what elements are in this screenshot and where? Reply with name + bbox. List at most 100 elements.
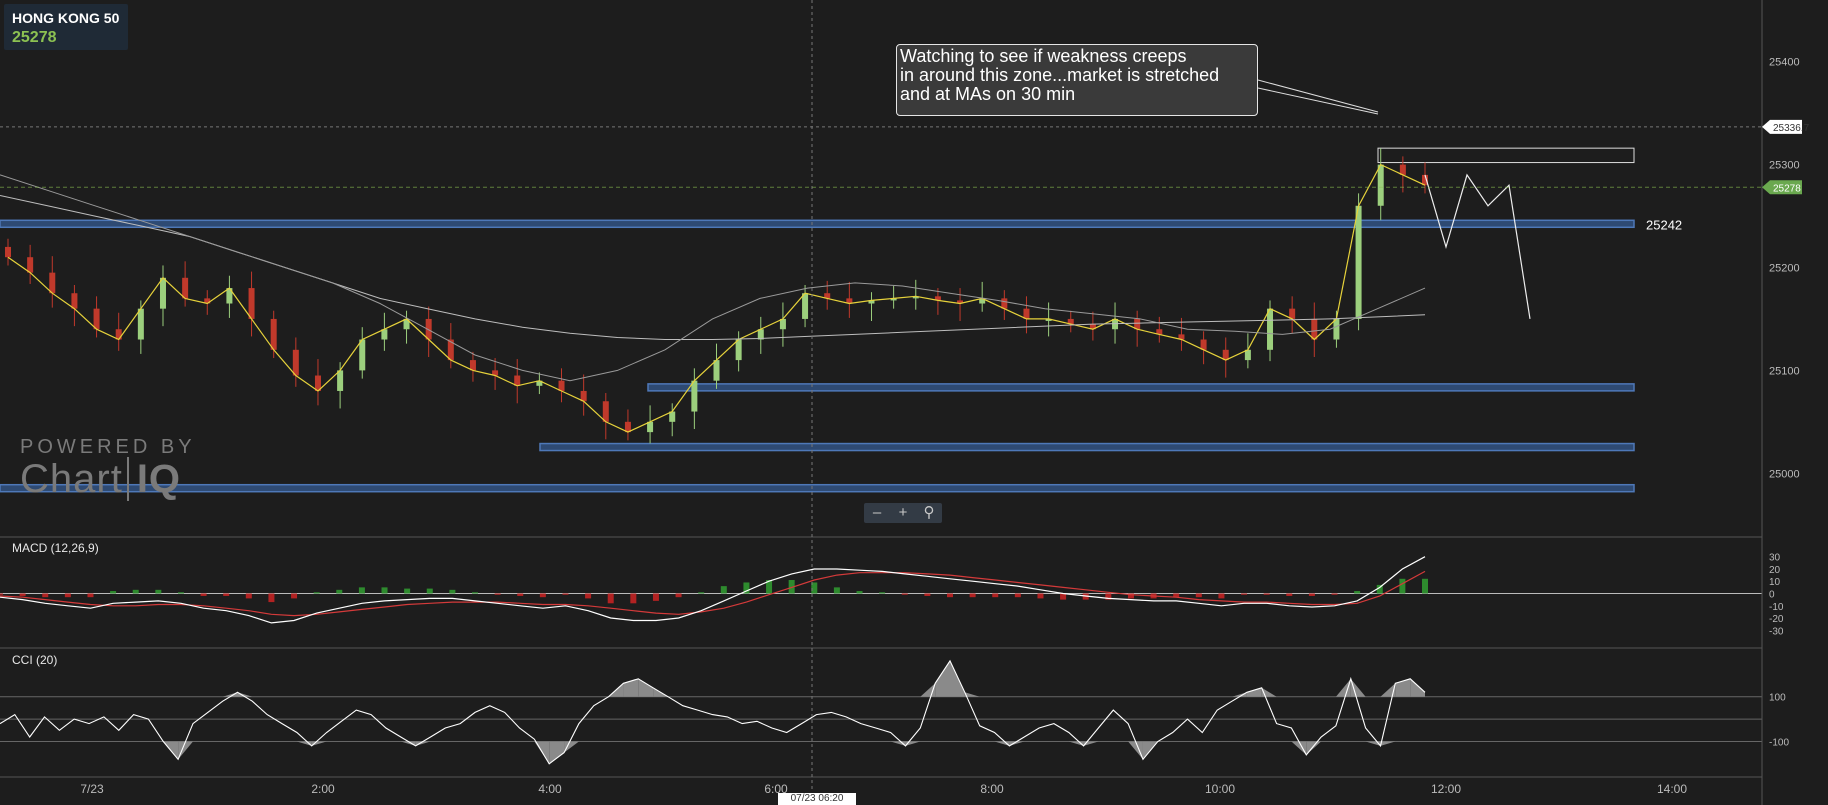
support-level[interactable] (539, 442, 1635, 452)
macd-histogram-bar (110, 591, 117, 594)
ticker-price: 25278 (12, 29, 57, 46)
y-tick-label: 25300 (1769, 160, 1800, 172)
candle-body[interactable] (292, 349, 299, 376)
macd-histogram-bar (494, 593, 501, 595)
candle-body[interactable] (1267, 308, 1274, 350)
macd-histogram-bar (268, 593, 275, 603)
candle-body[interactable] (182, 277, 189, 299)
macd-histogram-bar (856, 591, 863, 594)
candle-body[interactable] (159, 277, 166, 309)
x-tick-label: 2:00 (311, 782, 335, 796)
macd-histogram-bar (1037, 593, 1044, 599)
macd-histogram-bar (675, 593, 682, 598)
macd-histogram-bar (630, 593, 637, 604)
macd-histogram-bar (539, 593, 546, 598)
candle-body[interactable] (602, 401, 609, 422)
candle-body[interactable] (71, 293, 78, 309)
support-level[interactable] (0, 483, 1635, 493)
cci-tick-label: -100 (1769, 737, 1789, 748)
candle-body[interactable] (1355, 205, 1362, 319)
watermark-brand: Chart IQ (20, 457, 196, 502)
annotation-line: and at MAs on 30 min (900, 84, 1076, 104)
macd-histogram-bar (0, 593, 3, 595)
candle-body[interactable] (713, 360, 720, 381)
crosshair-price-tag: 25336.7 (1773, 123, 1810, 134)
candle-body[interactable] (27, 257, 34, 273)
candle-body[interactable] (359, 339, 366, 371)
y-tick-label: 25100 (1769, 365, 1800, 377)
candle-body[interactable] (5, 246, 11, 258)
chart-annotation[interactable]: Watching to see if weakness creeps in ar… (896, 44, 1258, 116)
macd-histogram-bar (1399, 578, 1406, 594)
macd-tick-label: -30 (1769, 626, 1784, 637)
candle-body[interactable] (1311, 318, 1318, 340)
candle-body[interactable] (248, 288, 255, 319)
zoom-reset-icon[interactable]: ⚲ (918, 503, 940, 523)
zoom-out-button[interactable]: – (866, 503, 888, 523)
x-tick-label: 14:00 (1657, 782, 1687, 796)
macd-histogram-bar (607, 593, 614, 604)
candle-body[interactable] (270, 318, 277, 350)
x-tick-label: 7/23 (80, 782, 104, 796)
macd-histogram-bar (1308, 593, 1315, 596)
watermark-brand-a: Chart (20, 457, 123, 501)
support-level[interactable] (647, 383, 1635, 392)
macd-histogram-bar (404, 588, 411, 594)
zoom-in-button[interactable]: + (892, 503, 914, 523)
cci-title: CCI (20) (12, 653, 58, 667)
candle-body[interactable] (49, 272, 56, 294)
chart-stage[interactable]: 25242 25000 25100 25200 25300 25400 7/23 2:00 4… (0, 0, 1828, 805)
zoom-controls: – + ⚲ (864, 503, 942, 523)
macd-histogram-bar (652, 593, 659, 601)
chartiq-watermark: POWERED BY Chart IQ (20, 436, 196, 502)
macd-tick-label: 30 (1769, 553, 1781, 564)
macd-histogram-bar (698, 592, 705, 594)
macd-histogram-bar (19, 593, 26, 596)
candle-body[interactable] (93, 308, 100, 330)
macd-histogram-bar (720, 586, 727, 594)
macd-histogram-bar (992, 593, 999, 598)
macd-histogram-bar (924, 593, 931, 596)
support-level[interactable] (0, 219, 1635, 229)
macd-histogram-bar (1195, 593, 1202, 598)
watermark-powered: POWERED BY (20, 436, 196, 458)
macd-histogram-bar (517, 593, 524, 596)
macd-histogram-bar (426, 588, 433, 594)
macd-tick-label: 0 (1769, 590, 1775, 601)
candle-body[interactable] (802, 293, 809, 319)
y-tick-label: 25200 (1769, 263, 1800, 275)
macd-histogram-bar (223, 593, 230, 596)
macd-histogram-bar (879, 592, 886, 594)
candle-body[interactable] (137, 308, 144, 340)
macd-histogram-bar (585, 593, 592, 599)
macd-histogram-bar (64, 593, 71, 598)
macd-tick-label: 20 (1769, 565, 1781, 576)
candle-body[interactable] (337, 370, 344, 391)
macd-tick-label: 10 (1769, 577, 1781, 588)
macd-histogram-bar (200, 593, 207, 596)
candle-body[interactable] (1377, 164, 1384, 206)
macd-histogram-bar (245, 593, 252, 599)
macd-histogram-bar (87, 593, 94, 598)
macd-tick-label: -20 (1769, 614, 1784, 625)
y-tick-label: 25400 (1769, 57, 1800, 69)
x-tick-label: 8:00 (980, 782, 1004, 796)
macd-histogram-bar (381, 587, 388, 594)
candle-body[interactable] (735, 339, 742, 361)
macd-histogram-bar (42, 593, 49, 598)
macd-histogram-bar (833, 587, 840, 594)
macd-title: MACD (12,26,9) (12, 541, 99, 555)
y-tick-label: 25000 (1769, 468, 1800, 480)
candle-body[interactable] (1333, 318, 1340, 340)
price-panel[interactable]: 25242 (0, 0, 1828, 805)
watermark-brand-b: IQ (126, 457, 182, 501)
macd-histogram-bar (1422, 578, 1428, 594)
macd-histogram-bar (1354, 591, 1361, 594)
macd-histogram-bar (1218, 593, 1225, 599)
ticker-badge: HONG KONG 50 25278 (4, 4, 128, 50)
level-label: 25242 (1646, 217, 1682, 232)
candle-body[interactable] (691, 380, 698, 412)
macd-histogram-bar (1014, 593, 1021, 598)
last-price-tag: 25278 (1773, 183, 1801, 194)
macd-tick-label: -10 (1769, 602, 1784, 613)
